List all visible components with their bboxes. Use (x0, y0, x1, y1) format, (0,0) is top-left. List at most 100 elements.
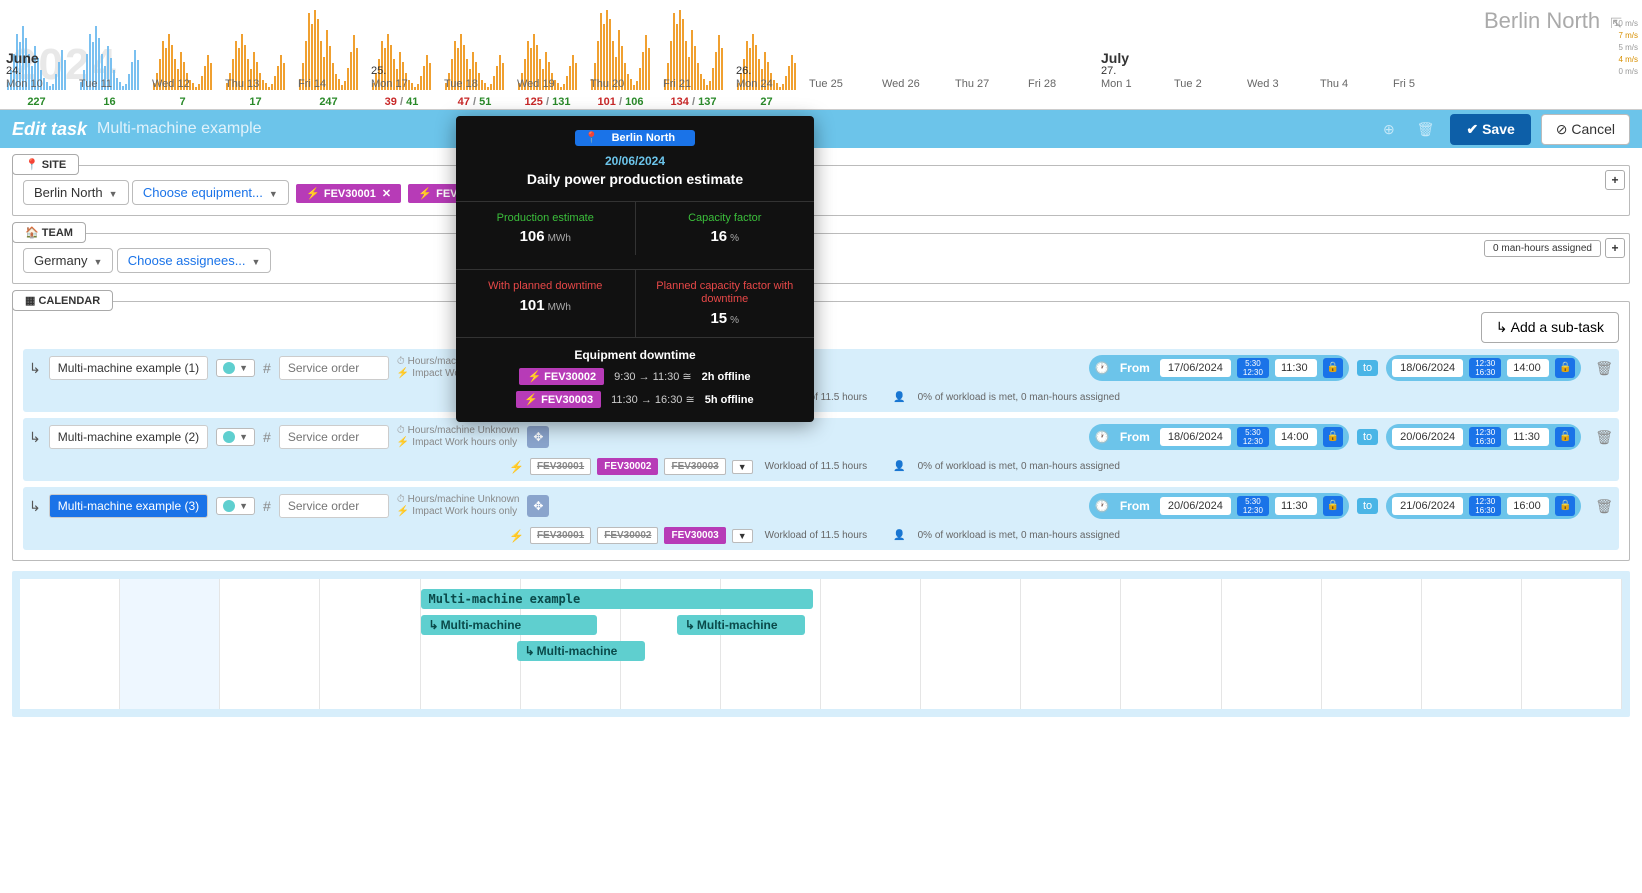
to-time-input[interactable]: 14:00 (1507, 359, 1549, 377)
equipment-row: ⚡FEV30001FEV30002FEV30003▼Workload of 11… (29, 458, 1613, 475)
equipment-tag[interactable]: FEV30001 (530, 458, 591, 475)
site-dropdown[interactable]: Berlin North▼ (23, 180, 129, 205)
hours-impact: ⏱Hours/machine Unknown⚡Impact Work hours… (397, 425, 520, 449)
from-date-input[interactable]: 18/06/2024 (1160, 428, 1231, 446)
subtask-icon: ↳ (29, 498, 41, 515)
from-time-range[interactable]: 5:3012:30 (1237, 496, 1269, 516)
gantt-bar-sub[interactable]: ↳Multi-machine (517, 641, 645, 661)
to-date-input[interactable]: 18/06/2024 (1392, 359, 1463, 377)
to-time-range[interactable]: 12:3016:30 (1469, 358, 1501, 378)
lock-icon[interactable]: 🔒 (1555, 496, 1575, 516)
clock-icon: 🕐 (1095, 361, 1110, 375)
tooltip-prod-value: 106MWh (462, 228, 629, 245)
month-row: JuneJuly (0, 50, 1642, 66)
duplicate-icon[interactable]: ⊕ (1377, 121, 1401, 138)
to-date-input[interactable]: 21/06/2024 (1392, 497, 1463, 515)
equipment-chip[interactable]: ⚡FEV30001✕ (296, 184, 401, 203)
from-time-range[interactable]: 5:3012:30 (1237, 427, 1269, 447)
tooltip-plan-value: 101MWh (462, 297, 629, 314)
to-date-block: 18/06/2024 12:3016:30 14:00 🔒 (1386, 355, 1581, 381)
bolt-icon: ⚡ (509, 529, 524, 543)
delete-icon[interactable]: 🗑 (1411, 121, 1441, 138)
equipment-dropdown-small[interactable]: ▼ (732, 529, 753, 543)
tooltip-cap-label: Capacity factor (642, 212, 809, 224)
add-subtask-button[interactable]: ↳ Add a sub-task (1481, 312, 1619, 343)
task-name[interactable]: Multi-machine example (3) (49, 494, 208, 518)
to-date-block: 20/06/2024 12:3016:30 11:30 🔒 (1386, 424, 1581, 450)
equipment-tag[interactable]: FEV30001 (530, 527, 591, 544)
delete-task-icon[interactable]: 🗑 (1595, 498, 1613, 515)
gantt-area: Multi-machine example ↳Multi-machine ↳Mu… (12, 571, 1630, 717)
calendar-section: ▦ CALENDAR ↳ Add a sub-task ↳ Multi-machi… (12, 290, 1630, 561)
team-dropdown[interactable]: Germany▼ (23, 248, 113, 273)
hash-icon: # (263, 498, 271, 514)
move-handle[interactable]: ✥ (527, 426, 549, 448)
from-time-range[interactable]: 5:3012:30 (1237, 358, 1269, 378)
to-label: to (1357, 498, 1378, 514)
service-order-input[interactable] (279, 425, 389, 449)
move-handle[interactable]: ✥ (527, 495, 549, 517)
tooltip-title: Daily power production estimate (456, 171, 814, 187)
add-team-button[interactable]: + (1605, 238, 1625, 258)
person-icon: 👤 (893, 392, 905, 403)
lock-icon[interactable]: 🔒 (1555, 427, 1575, 447)
service-order-input[interactable] (279, 494, 389, 518)
from-date-input[interactable]: 17/06/2024 (1160, 359, 1231, 377)
editbar-subtitle: Multi-machine example (97, 120, 262, 138)
from-date-input[interactable]: 20/06/2024 (1160, 497, 1231, 515)
gantt-bar-sub[interactable]: ↳Multi-machine (677, 615, 805, 635)
tooltip-plan-label: With planned downtime (462, 280, 629, 293)
equipment-row: ⚡FEV30001FEV30002FEV30003▼Workload of 11… (29, 527, 1613, 544)
service-order-input[interactable] (279, 356, 389, 380)
editbar-title: Edit task (12, 119, 87, 140)
gantt-bar-main[interactable]: Multi-machine example (421, 589, 813, 609)
gantt-bar-sub[interactable]: ↳Multi-machine (421, 615, 597, 635)
to-time-input[interactable]: 11:30 (1507, 428, 1549, 446)
color-dropdown[interactable]: ▼ (216, 428, 255, 446)
workload-met-text: 0% of workload is met, 0 man-hours assig… (918, 392, 1120, 403)
lock-icon[interactable]: 🔒 (1323, 496, 1343, 516)
to-time-input[interactable]: 16:00 (1507, 497, 1549, 515)
man-hours-badge: 0 man-hours assigned (1484, 240, 1601, 257)
equipment-tag[interactable]: FEV30002 (597, 527, 658, 544)
day-row: Mon 10Tue 11Wed 12Thu 13Fri 14Mon 17Tue … (0, 78, 1642, 90)
equipment-tag[interactable]: FEV30003 (664, 458, 725, 475)
from-time-input[interactable]: 11:30 (1275, 359, 1317, 377)
equipment-dropdown-small[interactable]: ▼ (732, 460, 753, 474)
workload-met-text: 0% of workload is met, 0 man-hours assig… (918, 461, 1120, 472)
person-icon: 👤 (893, 461, 905, 472)
assignee-dropdown[interactable]: Choose assignees...▼ (117, 248, 272, 273)
to-date-input[interactable]: 20/06/2024 (1392, 428, 1463, 446)
color-dropdown[interactable]: ▼ (216, 359, 255, 377)
to-label: to (1357, 429, 1378, 445)
lock-icon[interactable]: 🔒 (1323, 427, 1343, 447)
timeline-header: Berlin North ⇱ 10 m/s 7 m/s 5 m/s 4 m/s … (0, 0, 1642, 110)
calendar-section-header: ▦ CALENDAR (12, 290, 113, 311)
lock-icon[interactable]: 🔒 (1555, 358, 1575, 378)
workload-text: Workload of 11.5 hours (765, 461, 867, 472)
task-name[interactable]: Multi-machine example (1) (49, 356, 208, 380)
from-time-input[interactable]: 11:30 (1275, 497, 1317, 515)
to-time-range[interactable]: 12:3016:30 (1469, 427, 1501, 447)
add-site-button[interactable]: + (1605, 170, 1625, 190)
tooltip-equipment-tag: ⚡FEV30002 (519, 368, 604, 385)
site-section-header: 📍 SITE (12, 154, 79, 175)
task-row: ↳Multi-machine example (3)▼#⏱Hours/machi… (23, 487, 1619, 550)
to-label: to (1357, 360, 1378, 376)
chip-remove-icon[interactable]: ✕ (382, 188, 391, 200)
site-section: 📍 SITE + Berlin North▼ Choose equipment.… (12, 154, 1630, 216)
to-time-range[interactable]: 12:3016:30 (1469, 496, 1501, 516)
save-button[interactable]: ✔ Save (1450, 114, 1530, 145)
delete-task-icon[interactable]: 🗑 (1595, 429, 1613, 446)
cancel-button[interactable]: ⊘ Cancel (1541, 114, 1630, 145)
gantt-grid[interactable]: Multi-machine example ↳Multi-machine ↳Mu… (20, 579, 1622, 709)
delete-task-icon[interactable]: 🗑 (1595, 360, 1613, 377)
equipment-tag[interactable]: FEV30003 (664, 527, 725, 544)
from-time-input[interactable]: 14:00 (1275, 428, 1317, 446)
team-section-header: 🏠 TEAM (12, 222, 86, 243)
equipment-tag[interactable]: FEV30002 (597, 458, 658, 475)
equipment-dropdown[interactable]: Choose equipment...▼ (132, 180, 289, 205)
task-name[interactable]: Multi-machine example (2) (49, 425, 208, 449)
color-dropdown[interactable]: ▼ (216, 497, 255, 515)
lock-icon[interactable]: 🔒 (1323, 358, 1343, 378)
